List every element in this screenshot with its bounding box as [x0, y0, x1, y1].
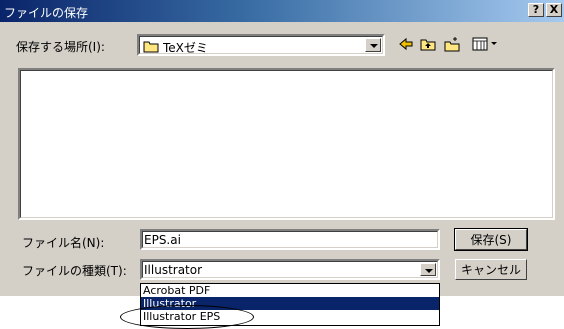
filename-input[interactable]: EPS.ai: [140, 229, 440, 250]
filename-value: EPS.ai: [144, 233, 181, 247]
filetype-label: ファイルの種類(T):: [22, 264, 127, 278]
help-button[interactable]: ?: [528, 3, 544, 17]
view-menu-icon[interactable]: [472, 36, 498, 52]
filename-label: ファイル名(N):: [22, 236, 105, 250]
filetype-value: Illustrator: [144, 263, 203, 277]
filetype-dropdown-list[interactable]: Acrobat PDF Illustrator Illustrator EPS: [140, 283, 440, 326]
file-list[interactable]: [18, 68, 555, 220]
save-location-combo[interactable]: TeXゼミ: [137, 34, 385, 56]
folder-icon: [143, 41, 159, 53]
cancel-button[interactable]: キャンセル: [455, 259, 527, 280]
chevron-down-icon[interactable]: [420, 263, 436, 276]
close-button[interactable]: X: [546, 3, 562, 17]
title-bar[interactable]: ファイルの保存 ? X: [0, 0, 564, 22]
chevron-down-icon[interactable]: [365, 38, 381, 52]
save-button[interactable]: 保存(S): [454, 228, 528, 251]
new-folder-icon[interactable]: [444, 36, 460, 52]
window-title: ファイルの保存: [4, 6, 89, 20]
up-folder-icon[interactable]: [420, 36, 436, 52]
filetype-option-illustrator-eps[interactable]: Illustrator EPS: [141, 310, 439, 323]
back-arrow-icon[interactable]: [398, 36, 414, 52]
filetype-option-acrobat-pdf[interactable]: Acrobat PDF: [141, 284, 439, 297]
save-location-label: 保存する場所(I):: [16, 40, 105, 54]
save-file-dialog: ファイルの保存 ? X 保存する場所(I): TeXゼミ ファイル名(N): E…: [0, 0, 564, 296]
filetype-option-illustrator[interactable]: Illustrator: [141, 297, 439, 310]
save-location-value: TeXゼミ: [163, 41, 208, 55]
filetype-select[interactable]: Illustrator: [140, 259, 440, 280]
